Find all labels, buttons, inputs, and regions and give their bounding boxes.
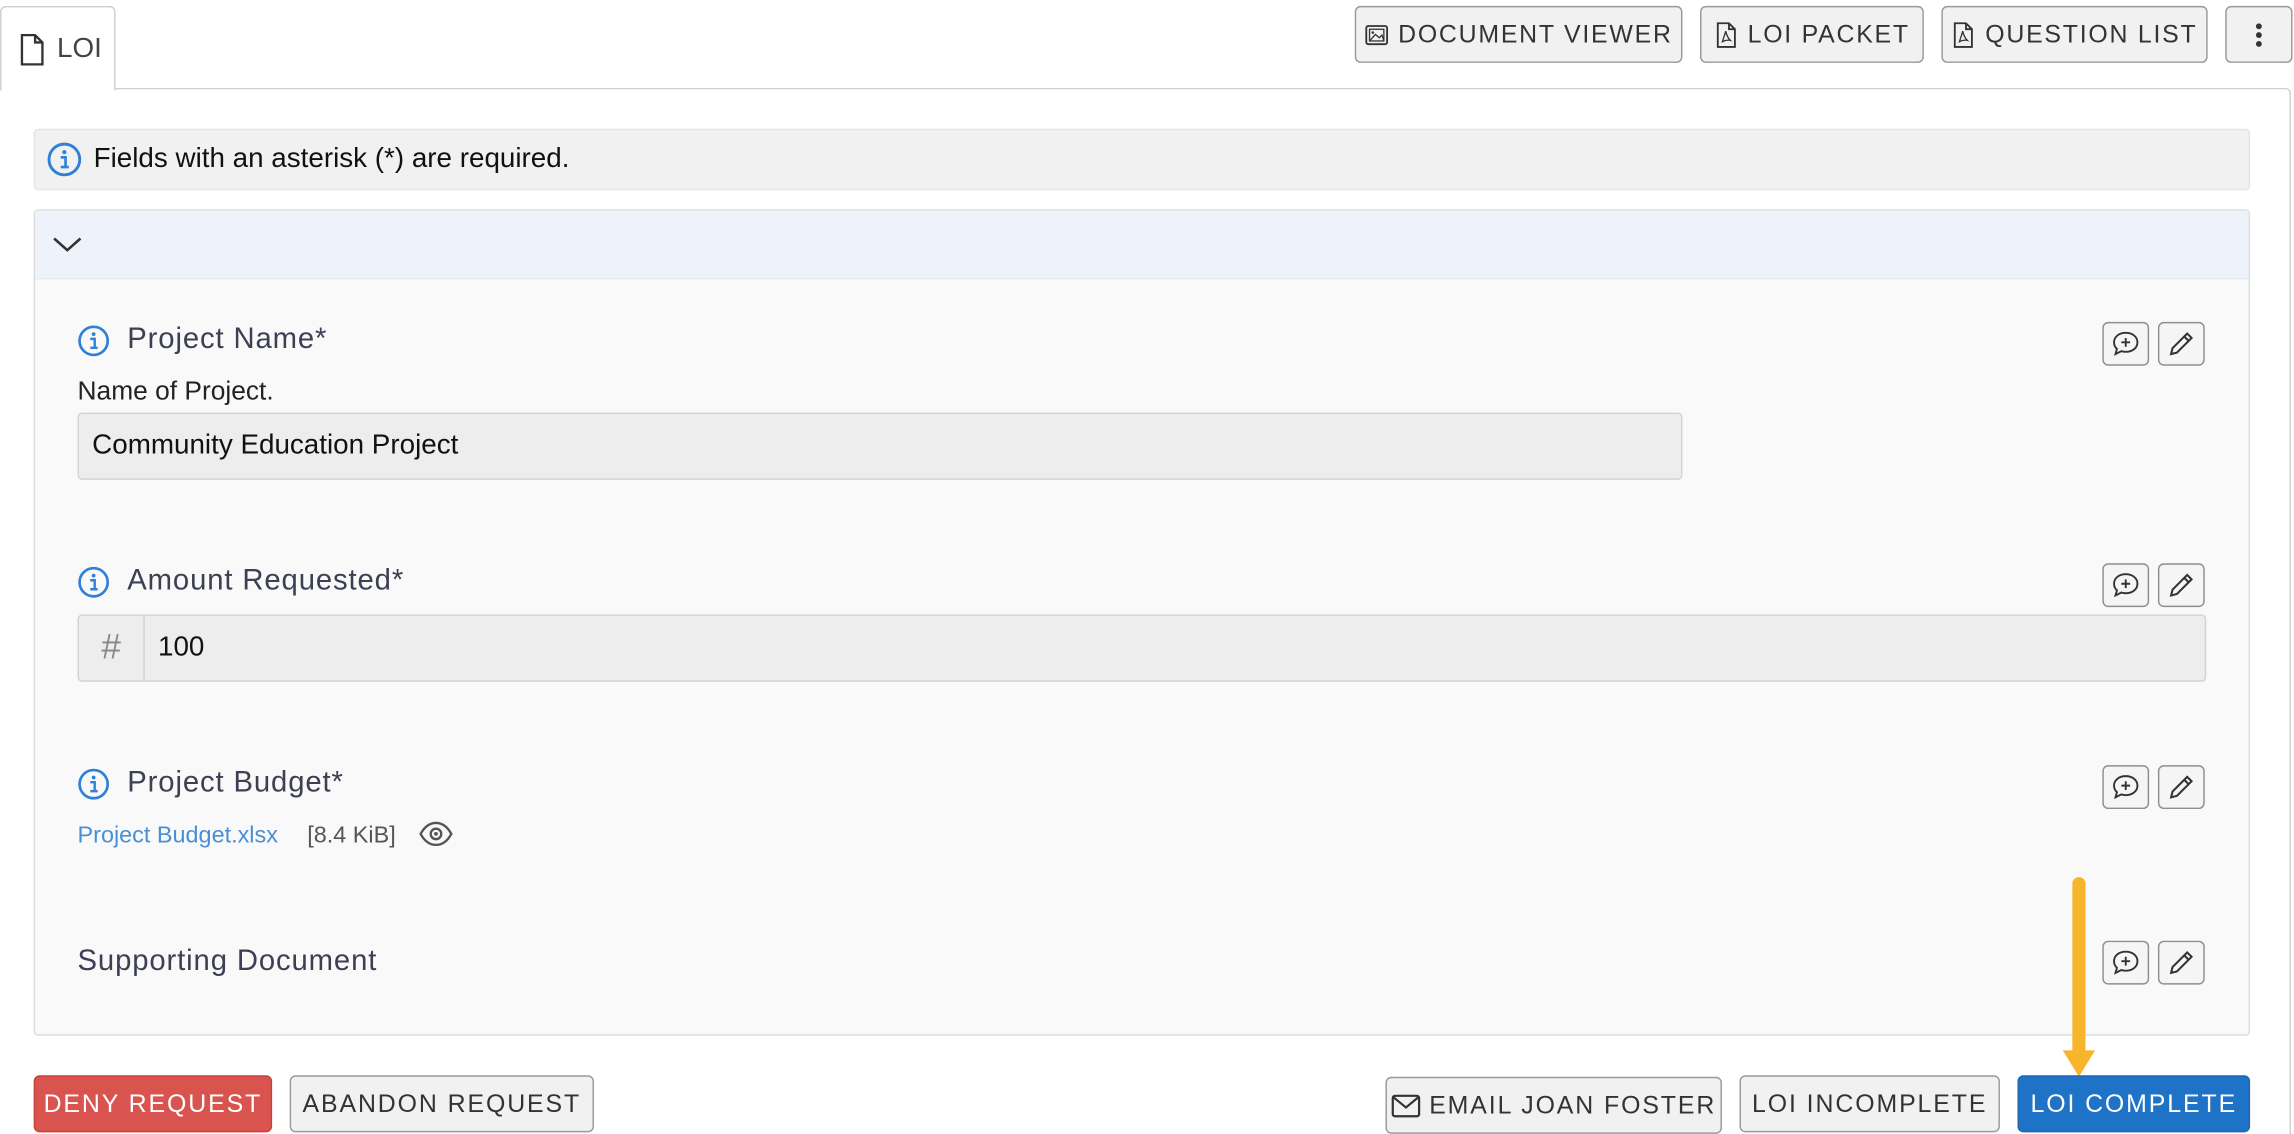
field-label-text: Project Name* [127, 323, 328, 356]
amount-value[interactable]: 100 [145, 616, 204, 680]
edit-button[interactable] [2157, 321, 2205, 366]
add-comment-button[interactable] [2102, 321, 2150, 366]
comment-plus-icon [2113, 573, 2139, 598]
loi-page: LOI DOCUMENT VIEWER LOI PACKET QUESTION … [0, 0, 2294, 1134]
edit-button[interactable] [2157, 940, 2205, 985]
abandon-request-button[interactable]: ABANDON REQUEST [289, 1075, 594, 1133]
comment-plus-icon [2113, 331, 2139, 356]
supporting-document-label: Supporting Document [78, 945, 378, 979]
edit-button[interactable] [2157, 765, 2205, 810]
annotation-arrow-icon [2062, 877, 2096, 1077]
field-label-text: Amount Requested* [127, 564, 405, 597]
question-list-label: QUESTION LIST [1985, 19, 2198, 48]
comment-plus-icon [2113, 775, 2139, 800]
email-button[interactable]: EMAIL JOAN FOSTER [1385, 1076, 1722, 1134]
image-icon [1364, 24, 1388, 45]
field-label-text: Project Budget* [127, 766, 344, 799]
email-button-label: EMAIL JOAN FOSTER [1429, 1090, 1717, 1119]
edit-button[interactable] [2157, 563, 2205, 608]
pdf-file-icon [1716, 21, 1736, 48]
info-icon[interactable] [78, 565, 110, 597]
kebab-menu-icon [2255, 22, 2262, 47]
panel-header[interactable] [35, 210, 2249, 280]
field-label-text: Supporting Document [77, 945, 378, 978]
loi-complete-button[interactable]: LOI COMPLETE [2017, 1075, 2251, 1133]
amount-requested-label: Amount Requested* [78, 565, 405, 599]
more-options-button[interactable] [2225, 5, 2293, 63]
question-list-button[interactable]: QUESTION LIST [1941, 5, 2208, 63]
tab-loi[interactable]: LOI [0, 5, 116, 91]
add-comment-button[interactable] [2102, 940, 2150, 985]
project-budget-label: Project Budget* [78, 767, 344, 801]
document-icon [20, 33, 44, 65]
pencil-icon [2169, 775, 2194, 799]
chevron-down-icon[interactable] [51, 231, 83, 257]
project-name-description: Name of Project. [77, 375, 274, 406]
add-comment-button[interactable] [2102, 563, 2150, 608]
pencil-icon [2169, 573, 2194, 597]
notice-text: Fields with an asterisk (*) are required… [93, 143, 570, 175]
pencil-icon [2169, 332, 2194, 356]
info-icon[interactable] [78, 324, 110, 356]
loi-packet-button[interactable]: LOI PACKET [1700, 5, 1924, 63]
project-budget-file-link[interactable]: Project Budget.xlsx [78, 824, 278, 850]
document-viewer-label: DOCUMENT VIEWER [1398, 19, 1673, 48]
pdf-file-icon [1953, 21, 1973, 48]
file-size: [8.4 KiB] [307, 823, 396, 849]
number-prefix: # [79, 615, 145, 681]
eye-icon[interactable] [418, 821, 453, 847]
info-icon[interactable] [78, 767, 110, 799]
info-icon [47, 142, 82, 177]
loi-packet-label: LOI PACKET [1747, 19, 1910, 48]
project-name-input[interactable]: Community Education Project [77, 412, 1683, 480]
comment-plus-icon [2113, 950, 2139, 975]
add-comment-button[interactable] [2102, 765, 2150, 810]
pencil-icon [2169, 950, 2194, 975]
envelope-icon [1391, 1093, 1421, 1117]
project-name-label: Project Name* [78, 323, 328, 357]
loi-incomplete-button[interactable]: LOI INCOMPLETE [1739, 1075, 2000, 1133]
loi-form-panel: Project Name* Name of Project. Community… [33, 209, 2251, 1036]
document-viewer-button[interactable]: DOCUMENT VIEWER [1354, 5, 1683, 63]
deny-request-button[interactable]: DENY REQUEST [33, 1075, 273, 1133]
tab-label: LOI [57, 32, 102, 64]
required-fields-notice: Fields with an asterisk (*) are required… [33, 128, 2251, 191]
amount-requested-input[interactable]: # 100 [77, 614, 2207, 682]
